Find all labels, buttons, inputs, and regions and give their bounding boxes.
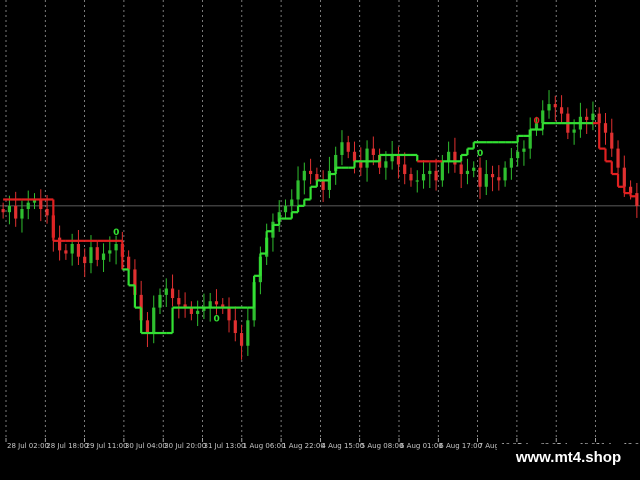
signal-marker: 0 (213, 315, 219, 325)
candle-body (164, 288, 168, 295)
x-tick-label: 1 Aug 22:00 (282, 442, 325, 450)
candle-body (214, 301, 219, 305)
signal-marker: 0 (477, 149, 483, 159)
candle-body (553, 104, 557, 108)
candle-body (616, 148, 620, 168)
candle-body (409, 174, 413, 181)
x-tick-label: 6 Aug 01:00 (400, 442, 443, 450)
candle-body (635, 193, 639, 206)
candle-body (352, 151, 357, 162)
candle-body (145, 320, 150, 334)
candle-body (127, 256, 131, 270)
candle-body (434, 170, 438, 181)
candle-body (440, 161, 444, 181)
candle-body (20, 209, 24, 219)
candle-body (233, 320, 237, 334)
candle-body (490, 174, 495, 178)
x-tick-label: 5 Aug 08:00 (361, 442, 404, 450)
candle-body (415, 180, 419, 182)
candle-body (428, 170, 432, 175)
candle-body (509, 158, 513, 168)
candle-body (290, 199, 294, 206)
candle-body (114, 244, 118, 251)
candle-body (346, 142, 350, 152)
candle-body (1, 209, 5, 213)
candle-body (421, 174, 426, 181)
candle-body (308, 170, 313, 175)
signal-marker: 0 (533, 117, 539, 127)
candle-body (45, 209, 49, 216)
candle-body (26, 202, 30, 210)
x-tick-label: 31 Jul 13:00 (204, 442, 246, 450)
candle-body (447, 151, 451, 162)
candle-body (384, 161, 388, 168)
candle-body (76, 244, 81, 257)
signal-marker: 0 (113, 228, 119, 238)
candle-body (170, 288, 175, 299)
candle-body (472, 167, 476, 171)
candle-body (152, 307, 156, 334)
x-tick-label: 30 Jul 04:00 (125, 442, 167, 450)
candle-body (365, 148, 369, 168)
x-tick-label: 6 Aug 17:00 (439, 442, 482, 450)
candle-body (403, 164, 407, 175)
x-tick-label: 4 Aug 15:00 (321, 442, 364, 450)
candle-body (585, 116, 589, 120)
candle-body (547, 104, 551, 111)
candle-body (541, 110, 545, 124)
candle-body (296, 180, 300, 200)
price-chart[interactable]: 0 0 0 0 28 Jul 02:0028 Jul 18:0029 Jul 11:0… (0, 0, 640, 480)
candle-body (108, 250, 112, 254)
x-tick-label: 30 Jul 20:00 (164, 442, 206, 450)
candle-body (101, 253, 106, 260)
candle-body (522, 148, 526, 152)
candle-body (177, 298, 181, 305)
candle-body (497, 177, 501, 181)
candle-body (465, 170, 470, 175)
candle-body (603, 123, 608, 133)
candle-body (321, 180, 325, 190)
candle-body (239, 333, 244, 346)
candle-body (591, 113, 595, 120)
candle-body (283, 205, 288, 213)
candle-body (484, 174, 488, 187)
watermark-label: www.mt4.shop (497, 444, 640, 472)
candle-body (196, 310, 200, 314)
candle-body (340, 142, 344, 155)
candle-body (302, 170, 306, 181)
x-tick-label: 28 Jul 18:00 (46, 442, 88, 450)
candle-body (64, 250, 68, 254)
candle-body (371, 148, 375, 155)
candle-body (597, 113, 601, 124)
candle-body (610, 132, 614, 149)
candle-body (70, 244, 74, 254)
candle-body (83, 256, 87, 264)
candle-body (459, 164, 463, 175)
candle-body (39, 199, 43, 210)
candle-body (572, 129, 576, 133)
candle-body (503, 167, 507, 181)
candle-body (246, 320, 250, 346)
x-tick-label: 1 Aug 06:00 (243, 442, 286, 450)
candle-body (227, 307, 231, 321)
candle-body (95, 247, 99, 260)
candle-body (622, 167, 626, 187)
x-tick-label: 29 Jul 11:00 (86, 442, 128, 450)
candle-body (14, 205, 18, 219)
candle-body (478, 167, 482, 187)
candle-body (559, 107, 564, 114)
candle-body (516, 151, 520, 159)
candle-body (89, 247, 93, 264)
candle-body (453, 151, 457, 165)
x-tick-label: 28 Jul 02:00 (7, 442, 49, 450)
candle-body (396, 154, 401, 165)
candle-body (58, 237, 62, 251)
candle-body (7, 205, 12, 213)
candle-body (158, 294, 162, 308)
